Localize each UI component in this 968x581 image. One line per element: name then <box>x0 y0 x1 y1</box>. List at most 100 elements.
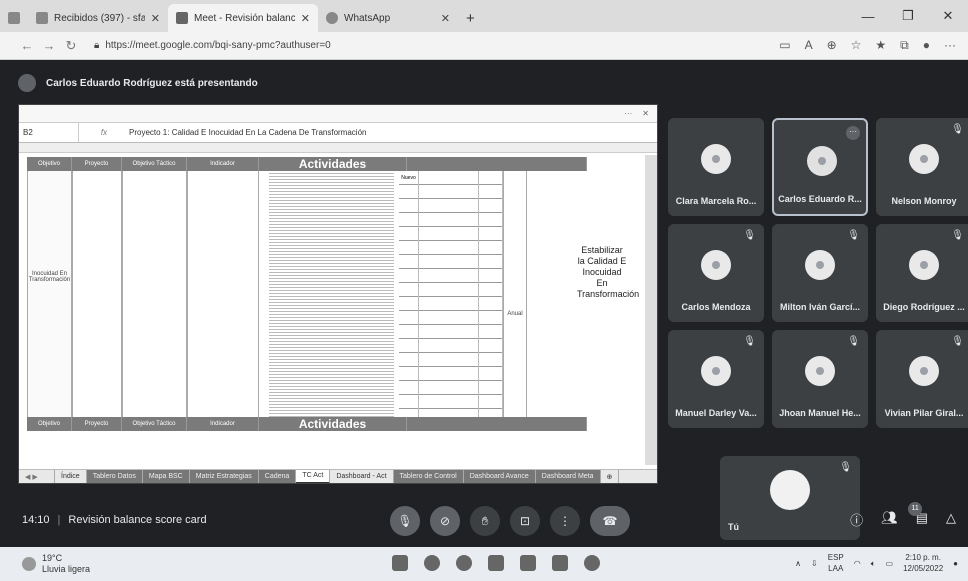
sheet-tab[interactable]: Dashboard Avance <box>463 469 536 483</box>
back-icon[interactable]: ← <box>16 38 38 53</box>
perspective-label: Inocuidad En Transformación <box>28 271 71 283</box>
language-indicator[interactable]: ESP LAA <box>828 552 844 574</box>
status-column[interactable]: Nuevo <box>399 171 419 417</box>
participant-tile[interactable]: Clara Marcela Ro... <box>668 118 764 216</box>
participant-tile[interactable]: 🎙︎ Nelson Monroy <box>876 118 968 216</box>
restore-icon[interactable]: ❐ <box>888 8 928 24</box>
participant-tile[interactable]: 🎙︎ Carlos Mendoza <box>668 224 764 322</box>
avatar <box>701 144 731 174</box>
project-cell[interactable] <box>72 171 122 417</box>
whatsapp-icon <box>326 12 338 24</box>
weather-icon <box>22 557 36 571</box>
start-icon[interactable] <box>392 555 408 571</box>
tab-gmail[interactable]: Recibidos (397) - sfandino@pon ✕ <box>28 4 168 32</box>
tab-meet[interactable]: Meet - Revisión balance sc ✕ <box>168 4 318 32</box>
sheet-tab[interactable]: Matriz Estrategias <box>189 469 259 483</box>
teams-icon[interactable] <box>552 555 568 571</box>
cell-reference[interactable]: B2 <box>19 123 79 142</box>
edge-icon[interactable] <box>456 555 472 571</box>
sheet-scrollbar[interactable] <box>645 155 657 465</box>
header-proyecto: Proyecto <box>72 157 122 171</box>
activities-icon[interactable]: △ <box>946 510 956 529</box>
info-icon[interactable]: ⓘ <box>850 510 863 529</box>
tab-whatsapp[interactable]: WhatsApp ✕ <box>318 4 458 32</box>
read-aloud-icon[interactable]: A <box>805 38 813 53</box>
wifi-icon[interactable]: ◠ <box>854 558 861 569</box>
avatar <box>805 356 835 386</box>
network-icon[interactable]: ⇩ <box>811 558 818 569</box>
people-icon[interactable]: 👥︎ 11 <box>881 502 923 529</box>
close-icon[interactable]: ✕ <box>151 12 160 25</box>
sheet-header-row: Objetivo Proyecto Objetivo Táctico Indic… <box>27 157 587 171</box>
camera-toggle-button[interactable]: ⊘ <box>430 506 460 536</box>
excel-close-icon[interactable]: ✕ <box>642 109 649 118</box>
tactical-objective-cell[interactable] <box>122 171 187 417</box>
perspective-cell[interactable]: Inocuidad En Transformación <box>27 171 72 417</box>
formula-text[interactable]: Proyecto 1: Calidad E Inocuidad En La Ca… <box>129 128 366 137</box>
app-icon[interactable] <box>584 555 600 571</box>
sheet-nav-icon[interactable]: ◀ ▶ <box>19 469 55 483</box>
search-icon[interactable] <box>424 555 440 571</box>
favorite-icon[interactable]: ☆ <box>851 38 862 53</box>
activities-cell[interactable] <box>269 171 394 417</box>
leave-call-button[interactable]: ☎︎ <box>590 506 630 536</box>
tab-actions-button[interactable] <box>0 4 28 32</box>
participant-tile[interactable]: ··· Carlos Eduardo R... <box>772 118 868 216</box>
header-proyecto: Proyecto <box>72 417 122 431</box>
sheet-tab[interactable]: Cadena <box>258 469 297 483</box>
more-icon[interactable]: ··· <box>944 38 956 53</box>
url-field[interactable]: 🔒︎ https://meet.google.com/bqi-sany-pmc?… <box>94 36 654 56</box>
store-icon[interactable] <box>520 555 536 571</box>
header-metrics <box>407 417 587 431</box>
file-explorer-icon[interactable] <box>488 555 504 571</box>
participant-tile[interactable]: 🎙︎ Manuel Darley Va... <box>668 330 764 428</box>
reload-icon[interactable]: ↻ <box>60 38 82 54</box>
new-tab-button[interactable]: + <box>458 4 483 32</box>
sheet-tab-active[interactable]: TC Act <box>296 469 331 483</box>
header-metrics <box>407 157 587 171</box>
status-value: Nuevo <box>401 175 416 181</box>
lock-icon: 🔒︎ <box>94 40 100 51</box>
sheet-tab[interactable]: Índice <box>55 469 87 483</box>
clock[interactable]: 2:10 p. m. 12/05/2022 <box>903 552 943 574</box>
window-controls: — ❐ ✕ <box>848 0 968 32</box>
hang-up-icon: ☎︎ <box>602 514 618 528</box>
close-icon[interactable]: ✕ <box>441 12 450 25</box>
sheet-tab[interactable]: Dashboard Meta <box>535 469 601 483</box>
mic-toggle-button[interactable]: 🎙︎ <box>390 506 420 536</box>
indicator-cell[interactable] <box>187 171 259 417</box>
participant-tile[interactable]: 🎙︎ Diego Rodríguez ... <box>876 224 968 322</box>
camera-icon[interactable]: ▭ <box>779 38 790 53</box>
sheet-tab[interactable]: Tablero Datos <box>86 469 143 483</box>
notification-icon[interactable]: ● <box>953 558 958 569</box>
weather-widget[interactable]: 19°C Lluvia ligera <box>22 553 90 575</box>
raise-hand-button[interactable]: ✋︎ <box>470 506 500 536</box>
collections-icon[interactable]: ⧉ <box>900 38 909 53</box>
participant-tile[interactable]: 🎙︎ Milton Iván Garcí... <box>772 224 868 322</box>
numeric-columns-2[interactable] <box>479 171 503 417</box>
profile-icon[interactable]: ● <box>923 38 930 53</box>
present-button[interactable]: ⊡ <box>510 506 540 536</box>
sheet-tab[interactable]: Tablero de Control <box>393 469 464 483</box>
minimize-icon[interactable]: — <box>848 9 888 24</box>
add-sheet-icon[interactable]: ⊕ <box>601 469 620 483</box>
favorites-list-icon[interactable]: ★ <box>875 38 886 53</box>
forward-icon[interactable]: → <box>38 38 60 53</box>
more-options-button[interactable]: ⋮ <box>550 506 580 536</box>
frequency-cell[interactable]: Anual <box>503 171 527 417</box>
excel-more-icon[interactable]: ··· <box>624 109 632 118</box>
numeric-columns[interactable] <box>419 171 479 417</box>
volume-icon[interactable]: 🔈︎ <box>871 558 876 569</box>
zoom-icon[interactable]: ⊕ <box>827 38 837 53</box>
tray-chevron-icon[interactable]: ∧ <box>795 558 801 569</box>
mic-off-icon: 🎙︎ <box>951 336 964 347</box>
close-icon[interactable]: ✕ <box>301 12 310 25</box>
sheet-tab[interactable]: Mapa BSC <box>142 469 190 483</box>
more-options-icon[interactable]: ··· <box>846 126 860 140</box>
participant-tile[interactable]: 🎙︎ Vivian Pilar Giral... <box>876 330 968 428</box>
close-window-icon[interactable]: ✕ <box>928 8 968 24</box>
battery-icon[interactable]: ▭ <box>886 558 894 569</box>
mic-off-icon: 🎙︎ <box>839 462 852 473</box>
sheet-tab[interactable]: Dashboard - Act <box>330 469 394 483</box>
participant-tile[interactable]: 🎙︎ Jhoan Manuel He... <box>772 330 868 428</box>
